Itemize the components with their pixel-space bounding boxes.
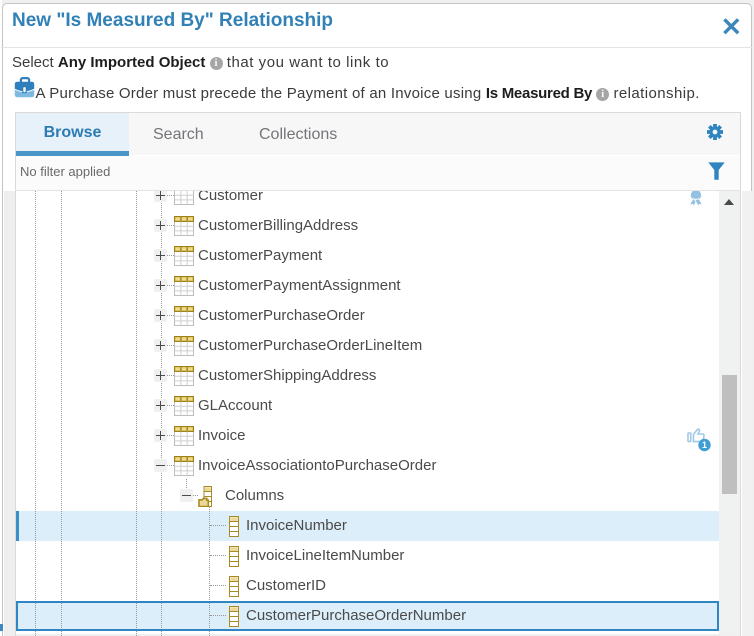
svg-text:1: 1 xyxy=(702,440,707,450)
